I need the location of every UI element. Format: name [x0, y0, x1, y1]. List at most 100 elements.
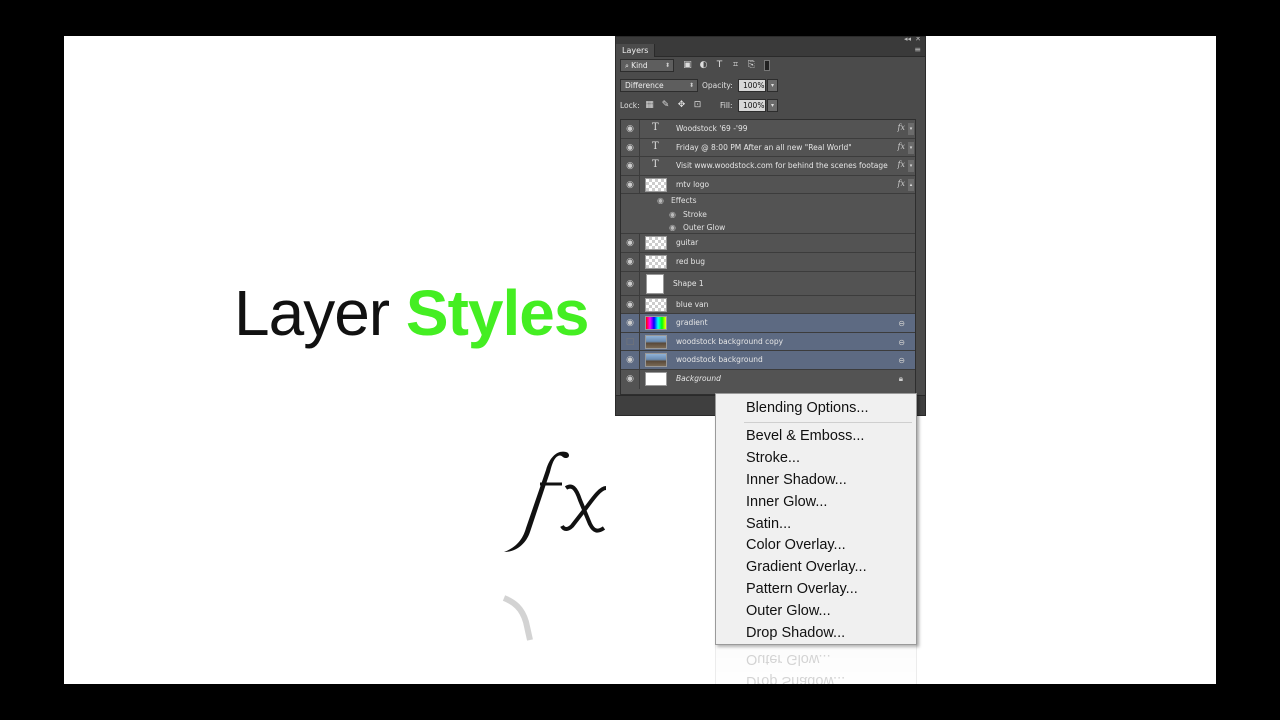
lock-paint-icon[interactable]: ✎: [660, 100, 671, 111]
eye-hidden-icon[interactable]: □: [625, 337, 635, 347]
menu-item-stroke[interactable]: Stroke...: [746, 449, 800, 467]
filter-shape-icon[interactable]: ⌗: [730, 60, 741, 71]
layer-row[interactable]: □ woodstock background copy ⊖: [621, 332, 915, 352]
fx-icon[interactable]: fx: [898, 179, 905, 188]
link-icon[interactable]: ⊖: [898, 356, 905, 365]
blend-mode-label: Difference: [625, 81, 664, 90]
layer-name: Woodstock '69 -'99: [676, 124, 748, 133]
panel-topbar: ◂◂ ✕: [616, 37, 925, 44]
menu-item-blending-options[interactable]: Blending Options...: [746, 399, 869, 417]
menu-item-color-overlay[interactable]: Color Overlay...: [746, 536, 846, 554]
layer-row[interactable]: ◉ Background 🔒︎: [621, 369, 915, 389]
layer-effects-group: ◉ Effects ◉ Stroke ◉ Outer Glow: [621, 194, 915, 235]
fx-symbol-icon: [504, 451, 607, 552]
eye-icon[interactable]: ◉: [625, 279, 635, 289]
filter-row: ⌕ Kind ⬍ ▣ ◐ T ⌗ ⎘: [620, 59, 921, 75]
lock-row: Lock: ▦ ✎ ✥ ⊡ Fill: 100% ▾: [620, 99, 921, 115]
eye-icon[interactable]: ◉: [669, 223, 676, 232]
menu-item-satin[interactable]: Satin...: [746, 515, 791, 533]
lock-icon: 🔒︎: [898, 373, 903, 383]
layer-style-menu: Blending Options... Bevel & Emboss... St…: [715, 393, 917, 645]
menu-item-gradient-overlay[interactable]: Gradient Overlay...: [746, 558, 867, 576]
layer-row[interactable]: ◉ gradient ⊖: [621, 314, 915, 333]
layer-list: ◉ T Woodstock '69 -'99 fx ▾ ◉ T Friday @ …: [620, 119, 916, 395]
collapse-icon[interactable]: ◂◂: [904, 37, 911, 43]
effects-label: Effects: [671, 196, 697, 206]
chevron-down-icon[interactable]: ▾: [908, 141, 914, 154]
chevron-down-icon[interactable]: ▾: [908, 160, 914, 173]
effect-item[interactable]: ◉ Stroke: [621, 208, 915, 222]
filter-smart-object-icon[interactable]: ⎘: [746, 60, 757, 71]
close-icon[interactable]: ✕: [915, 37, 921, 43]
menu-separator: [744, 422, 912, 423]
eye-icon[interactable]: ◉: [625, 161, 635, 171]
layer-thumbnail: [645, 254, 667, 269]
layer-thumbnail: [645, 316, 667, 331]
chevron-down-icon[interactable]: ▾: [908, 123, 914, 135]
lock-position-icon[interactable]: ✥: [676, 100, 687, 111]
layer-name: gradient: [676, 318, 708, 328]
eye-icon[interactable]: ◉: [669, 210, 676, 219]
menu-item-pattern-overlay[interactable]: Pattern Overlay...: [746, 580, 858, 598]
layer-row[interactable]: ◉ Shape 1: [621, 271, 915, 296]
filter-toggle[interactable]: [764, 60, 770, 71]
fill-input[interactable]: 100%: [738, 99, 766, 112]
filter-type-icon[interactable]: T: [714, 60, 725, 71]
fx-icon[interactable]: fx: [898, 160, 905, 169]
eye-icon[interactable]: ◉: [625, 355, 635, 365]
link-icon[interactable]: ⊖: [898, 319, 905, 328]
lock-label: Lock:: [620, 101, 640, 110]
blend-mode-select[interactable]: Difference ⬍: [620, 79, 698, 92]
filter-pixel-icon[interactable]: ▣: [682, 60, 693, 71]
eye-icon[interactable]: ◉: [625, 143, 635, 153]
lock-all-icon[interactable]: ⊡: [692, 100, 703, 111]
filter-adjustment-icon[interactable]: ◐: [698, 60, 709, 71]
effects-header[interactable]: ◉ Effects: [621, 194, 915, 208]
divider: [639, 369, 640, 389]
fill-dropdown-arrow[interactable]: ▾: [767, 99, 778, 112]
layer-row[interactable]: ◉ blue van: [621, 295, 915, 315]
layer-name: blue van: [676, 299, 709, 309]
layers-panel: ◂◂ ✕ Layers ≡ ⌕ Kind ⬍ ▣ ◐ T ⌗ ⎘ Differen…: [615, 36, 926, 416]
layer-thumbnail: [645, 371, 667, 386]
eye-icon[interactable]: ◉: [625, 374, 635, 384]
link-icon[interactable]: ⊖: [898, 338, 905, 347]
layer-row[interactable]: ◉ mtv logo fx ▴: [621, 175, 915, 195]
eye-icon[interactable]: ◉: [625, 318, 635, 328]
eye-icon[interactable]: ◉: [625, 124, 635, 134]
divider: [639, 138, 640, 157]
menu-item-outer-glow[interactable]: Outer Glow...: [746, 602, 831, 620]
layer-row[interactable]: ◉ T Friday @ 8:00 PM After an all new "R…: [621, 138, 915, 158]
menu-item-inner-glow[interactable]: Inner Glow...: [746, 493, 827, 511]
filter-kind-select[interactable]: ⌕ Kind ⬍: [620, 59, 674, 72]
opacity-dropdown-arrow[interactable]: ▾: [767, 79, 778, 92]
fx-icon[interactable]: fx: [898, 123, 905, 132]
layer-row[interactable]: ◉ T Woodstock '69 -'99 fx ▾: [621, 120, 915, 139]
type-layer-icon: T: [652, 159, 659, 171]
fill-label: Fill:: [720, 101, 733, 110]
eye-icon[interactable]: ◉: [625, 238, 635, 248]
fx-icon[interactable]: fx: [898, 142, 905, 151]
divider: [639, 295, 640, 314]
layer-row[interactable]: ◉ red bug: [621, 252, 915, 272]
opacity-input[interactable]: 100%: [738, 79, 766, 92]
chevron-up-icon[interactable]: ▴: [908, 178, 914, 191]
layer-row[interactable]: ◉ T Visit www.woodstock.com for behind t…: [621, 157, 915, 176]
eye-icon[interactable]: ◉: [625, 180, 635, 190]
type-layer-icon: T: [652, 122, 659, 133]
eye-icon[interactable]: ◉: [625, 257, 635, 267]
eye-icon[interactable]: ◉: [657, 196, 664, 205]
layer-name: woodstock background: [676, 355, 763, 365]
eye-icon[interactable]: ◉: [625, 300, 635, 310]
effect-name: Stroke: [683, 209, 707, 219]
title-word-layer: Layer: [234, 277, 406, 349]
panel-menu-icon[interactable]: ≡: [914, 45, 921, 54]
tab-layers[interactable]: Layers: [616, 44, 656, 57]
layer-row[interactable]: ◉ woodstock background ⊖: [621, 351, 915, 370]
effect-item[interactable]: ◉ Outer Glow: [621, 221, 915, 235]
layer-row[interactable]: ◉ guitar: [621, 234, 915, 253]
menu-item-drop-shadow[interactable]: Drop Shadow...: [746, 624, 845, 642]
menu-item-inner-shadow[interactable]: Inner Shadow...: [746, 471, 847, 489]
lock-transparency-icon[interactable]: ▦: [644, 100, 655, 111]
menu-item-bevel-emboss[interactable]: Bevel & Emboss...: [746, 427, 864, 445]
